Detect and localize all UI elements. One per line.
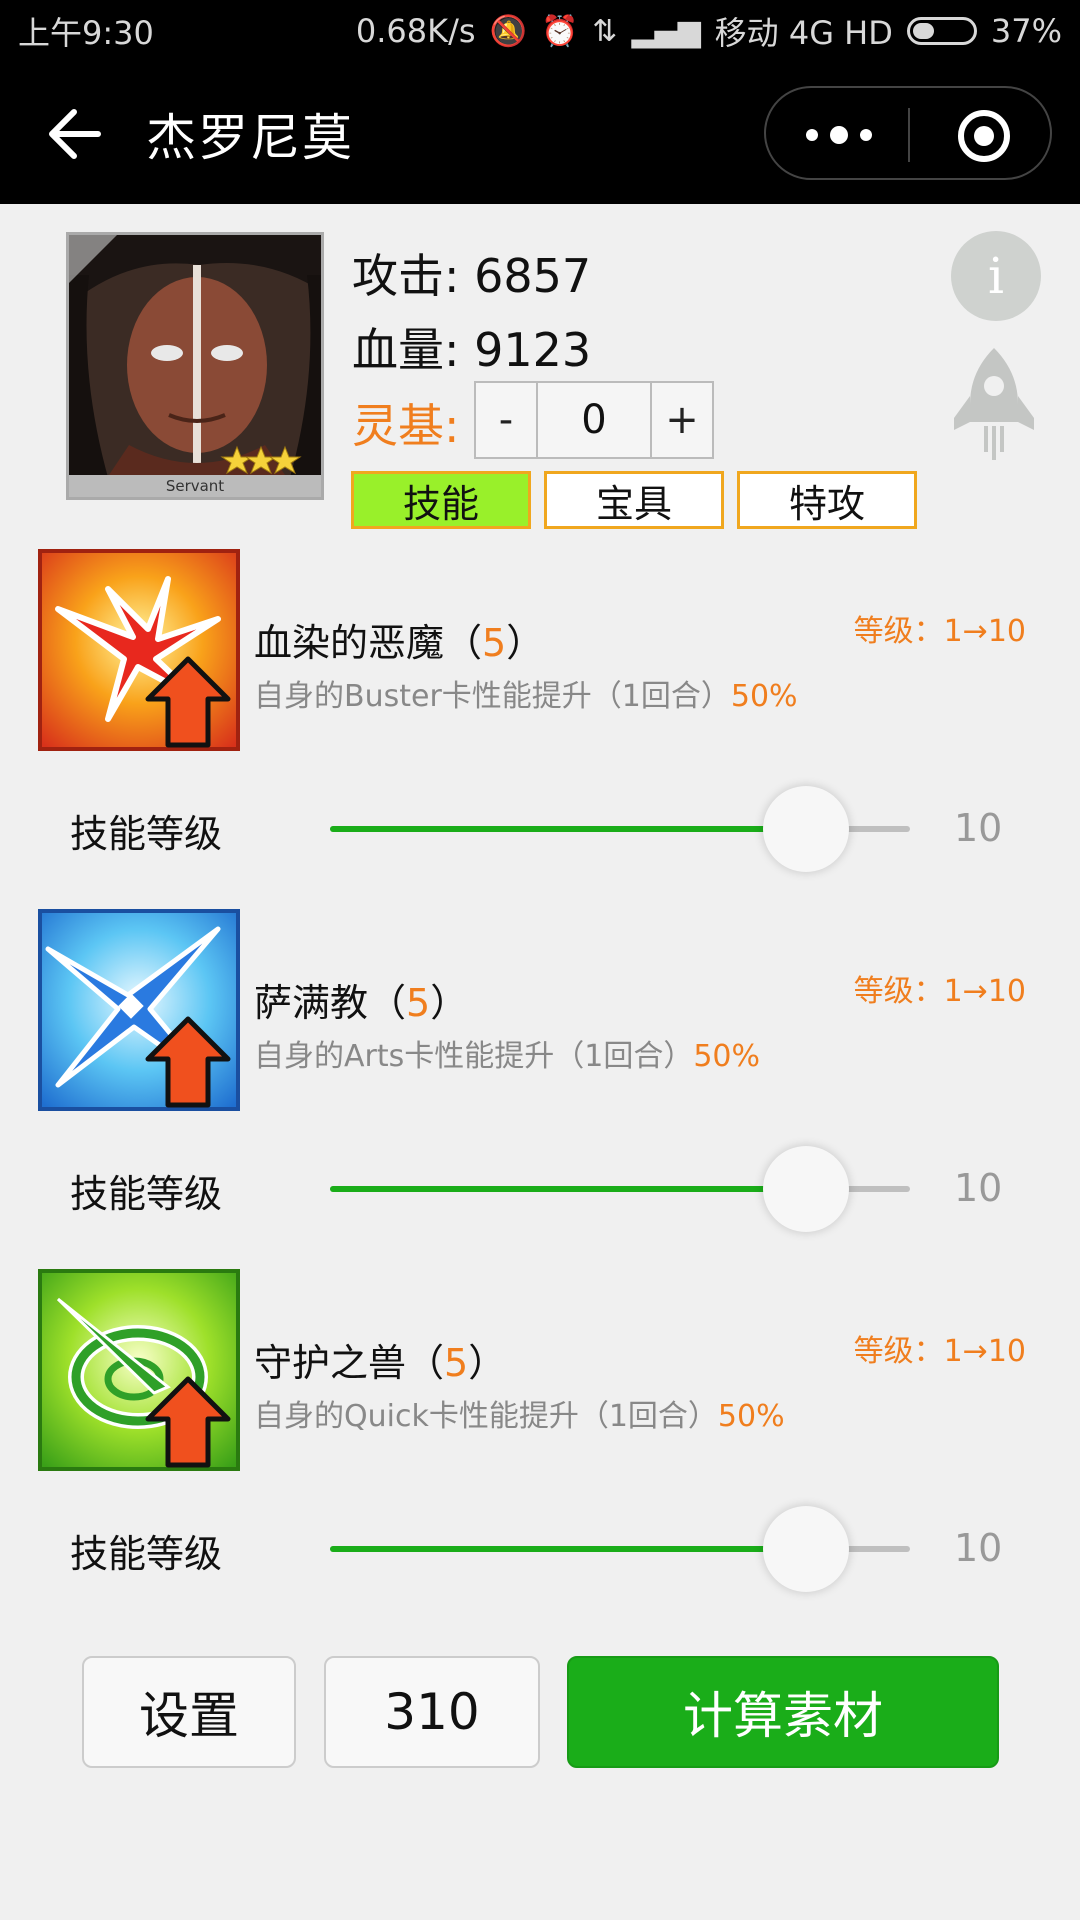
signal-icon: ▂▄▆: [631, 13, 701, 49]
skill-level-range: 等级：1→10: [853, 1334, 1026, 1369]
count-button[interactable]: 310: [324, 1656, 540, 1768]
hp-label: 血量:: [352, 323, 460, 377]
rocket-icon[interactable]: [954, 348, 1034, 460]
settings-button[interactable]: 设置: [82, 1656, 296, 1768]
skill-level-label: 技能等级: [70, 1532, 223, 1576]
skill-level-value: 10: [954, 1526, 1003, 1570]
carrier-label: 移动 4G HD: [714, 14, 893, 52]
lingji-plus-button[interactable]: +: [652, 383, 712, 457]
skill-name-text: 血染的恶魔（: [254, 621, 483, 665]
slider-thumb[interactable]: [762, 1146, 849, 1232]
skill-name: 萨满教（5）: [254, 972, 468, 1027]
tab-special-attack[interactable]: 特攻: [737, 471, 917, 529]
skill-name: 守护之兽（5）: [254, 1332, 506, 1387]
skill-desc: 自身的Quick卡性能提升（1回合）50%: [254, 1391, 785, 1435]
skill-level-value: 10: [954, 806, 1003, 850]
portrait-caption: Servant: [69, 475, 321, 497]
skill-level-label: 技能等级: [70, 812, 223, 856]
portrait-image: [69, 235, 321, 481]
skill-level-range: 等级：1→10: [853, 974, 1026, 1009]
skill-desc-text: 自身的Buster卡性能提升（1回合）: [254, 679, 731, 714]
skill-percent: 50%: [730, 679, 798, 714]
attack-value: 6857: [474, 249, 592, 303]
slider-fill: [330, 1186, 806, 1192]
mute-icon: 🔕: [489, 13, 527, 49]
nav-bar: 杰罗尼莫: [0, 62, 1080, 204]
skill-name: 血染的恶魔（5）: [254, 612, 544, 667]
lingji-stepper: - 0 +: [474, 381, 714, 459]
lingji-label: 灵基:: [352, 399, 460, 453]
servant-portrait: Servant: [66, 232, 324, 500]
skill-desc: 自身的Buster卡性能提升（1回合）50%: [254, 671, 798, 715]
back-arrow-icon[interactable]: [44, 104, 104, 164]
skill-percent: 50%: [717, 1399, 785, 1434]
skill-name-close: ）: [468, 1341, 507, 1385]
slider-thumb[interactable]: [762, 1506, 849, 1592]
lingji-minus-button[interactable]: -: [476, 383, 536, 457]
skill-rank: 5: [444, 1341, 469, 1385]
tab-noble-phantasm[interactable]: 宝具: [544, 471, 724, 529]
arts-up-icon: [38, 909, 240, 1111]
slider-thumb[interactable]: [762, 786, 849, 872]
miniprogram-capsule: [764, 86, 1052, 180]
skill-name-text: 萨满教（: [254, 981, 407, 1025]
quick-up-icon: [38, 1269, 240, 1471]
attack-label: 攻击:: [352, 249, 460, 303]
slider-fill: [330, 826, 806, 832]
skill-rank: 5: [482, 621, 507, 665]
battery-icon: [906, 17, 977, 45]
skill-level-range: 等级：1→10: [853, 614, 1026, 649]
battery-percent: 37%: [990, 12, 1062, 50]
hp-value: 9123: [474, 323, 592, 377]
alarm-icon: ⏰: [540, 13, 579, 49]
page-title: 杰罗尼莫: [146, 109, 354, 167]
status-bar: 上午9:30 0.68K/s 🔕 ⏰ ⇅ ▂▄▆ 移动 4G HD 37%: [0, 0, 1080, 62]
skill-level-value: 10: [954, 1166, 1003, 1210]
buster-up-icon: [38, 549, 240, 751]
skill-percent: 50%: [693, 1039, 761, 1074]
status-time: 上午9:30: [18, 14, 154, 52]
skill-name-text: 守护之兽（: [254, 1341, 445, 1385]
capsule-divider: [908, 108, 910, 162]
skill-level-label: 技能等级: [70, 1172, 223, 1216]
skill-desc-text: 自身的Quick卡性能提升（1回合）: [254, 1399, 718, 1434]
skill-level-slider[interactable]: [330, 1506, 910, 1592]
status-right: 0.68K/s 🔕 ⏰ ⇅ ▂▄▆ 移动 4G HD 37%: [356, 8, 1062, 54]
tab-bar: 技能 宝具 特攻: [351, 471, 917, 529]
hp-stat: 血量: 9123: [352, 314, 591, 380]
skill-rank: 5: [406, 981, 431, 1025]
skill-name-close: ）: [430, 981, 469, 1025]
data-transfer-icon: ⇅: [592, 13, 618, 49]
skill-desc-text: 自身的Arts卡性能提升（1回合）: [254, 1039, 694, 1074]
tab-skills[interactable]: 技能: [351, 471, 531, 529]
more-icon[interactable]: [806, 118, 872, 152]
info-icon[interactable]: i: [951, 231, 1041, 321]
close-miniprogram-icon[interactable]: [958, 110, 1010, 162]
skill-desc: 自身的Arts卡性能提升（1回合）50%: [254, 1031, 760, 1075]
skill-name-close: ）: [506, 621, 545, 665]
skill-level-slider[interactable]: [330, 786, 910, 872]
slider-fill: [330, 1546, 806, 1552]
calculate-materials-button[interactable]: 计算素材: [567, 1656, 999, 1768]
attack-stat: 攻击: 6857: [352, 240, 591, 306]
network-speed: 0.68K/s: [355, 12, 476, 50]
lingji-value[interactable]: 0: [536, 383, 652, 457]
skill-level-slider[interactable]: [330, 1146, 910, 1232]
